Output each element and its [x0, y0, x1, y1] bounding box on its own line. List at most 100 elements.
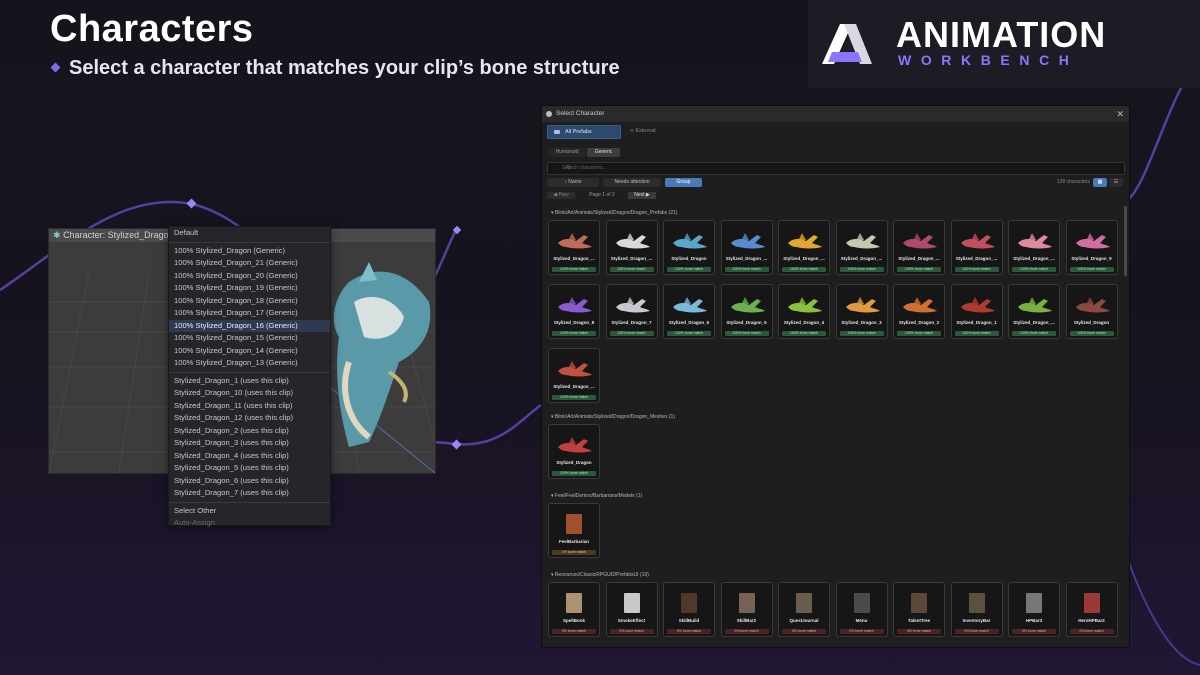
dropdown-divider — [169, 241, 330, 243]
character-card[interactable]: Stylized_Dragon 100% bone match — [548, 424, 600, 479]
character-card[interactable]: Stylized_Dragon_6 100% bone match — [663, 284, 715, 339]
dropdown-item[interactable]: 100% Stylized_Dragon_20 (Generic) — [169, 270, 330, 283]
bone-match-badge: 0% bone match — [954, 629, 999, 634]
dropdown-clip-item[interactable]: Stylized_Dragon_1 (uses this clip) — [169, 375, 330, 388]
character-name: Stylized_Dragon_... — [1013, 320, 1055, 325]
character-card[interactable]: Stylized_Dragon_9 100% bone match — [1065, 220, 1118, 275]
rig-humanoid-toggle[interactable]: Humanoid — [548, 148, 586, 157]
dropdown-clip-item[interactable]: Stylized_Dragon_7 (uses this clip) — [169, 487, 330, 500]
prefab-thumbnail — [623, 593, 640, 613]
bone-match-badge: 0% bone match — [839, 629, 884, 634]
dropdown-item[interactable]: 100% Stylized_Dragon_15 (Generic) — [169, 332, 330, 345]
character-card[interactable]: Stylized_Dragon_4 100% bone match — [778, 284, 830, 339]
grid-view-icon[interactable]: ▦ — [1093, 178, 1107, 187]
needs-attention-button[interactable]: Needs attention — [603, 178, 661, 187]
bone-match-badge: 100% bone match — [609, 331, 654, 336]
character-card[interactable]: Stylized_Dragon 100% bone match — [1065, 284, 1118, 339]
character-card[interactable]: Stylized_Dragon_1 100% bone match — [950, 284, 1003, 339]
character-card[interactable]: Stylized_Dragon_... 100% bone match — [778, 220, 830, 275]
character-card[interactable]: SkillBar2 0% bone match — [720, 582, 773, 637]
group-header[interactable]: ▾ Blink/Art/Animals/Stylized/Dragon/Drag… — [551, 414, 675, 420]
character-selector-label[interactable]: Character: Stylized_Dragon_ — [63, 230, 179, 240]
dropdown-item[interactable]: 100% Stylized_Dragon_14 (Generic) — [169, 345, 330, 358]
tab-external[interactable]: ∞ External — [625, 125, 685, 137]
dragon-thumbnail — [903, 233, 937, 249]
character-card[interactable]: Menu 0% bone match — [835, 582, 888, 637]
character-card[interactable]: HeroHPBar2 0% bone match — [1065, 582, 1118, 637]
character-dropdown-menu: Default 100% Stylized_Dragon (Generic) 1… — [168, 226, 331, 527]
dropdown-item[interactable]: 100% Stylized_Dragon_21 (Generic) — [169, 257, 330, 270]
next-page-button[interactable]: Next ▶ — [628, 192, 656, 199]
bone-match-badge: 100% bone match — [954, 267, 999, 272]
dropdown-item[interactable]: 100% Stylized_Dragon_18 (Generic) — [169, 295, 330, 308]
scrollbar[interactable] — [1124, 206, 1127, 276]
character-name: Stylized_Dragon — [671, 256, 707, 261]
character-card[interactable]: FeelBarbarian 1% bone match — [548, 503, 600, 558]
bone-match-badge: 100% bone match — [724, 267, 769, 272]
dropdown-select-other[interactable]: Select Other — [169, 505, 330, 518]
character-card[interactable]: HPBar3 0% bone match — [1008, 582, 1060, 637]
character-card[interactable]: SmokeEffect 0% bone match — [605, 582, 658, 637]
dropdown-clip-item[interactable]: Stylized_Dragon_2 (uses this clip) — [169, 425, 330, 438]
select-character-dialog: Select Character ✕ All Prefabs ∞ Externa… — [541, 105, 1130, 648]
character-icon: ✱ — [53, 230, 61, 240]
dropdown-clip-item[interactable]: Stylized_Dragon_4 (uses this clip) — [169, 450, 330, 463]
group-header[interactable]: ▾ Blink/Art/Animals/Stylized/Dragon/Drag… — [551, 210, 677, 216]
rig-generic-toggle[interactable]: Generic — [587, 148, 620, 157]
character-card[interactable]: InventoryBar 0% bone match — [950, 582, 1003, 637]
character-card[interactable]: Stylized_Dragon_... 100% bone match — [605, 220, 658, 275]
dropdown-clip-item[interactable]: Stylized_Dragon_3 (uses this clip) — [169, 437, 330, 450]
character-name: Stylized_Dragon_... — [725, 256, 768, 261]
dropdown-item-selected[interactable]: 100% Stylized_Dragon_16 (Generic) — [169, 319, 330, 332]
dropdown-clip-item[interactable]: Stylized_Dragon_11 (uses this clip) — [169, 400, 330, 413]
character-card[interactable]: SkillBuild 0% bone match — [663, 582, 715, 637]
bone-match-badge: 100% bone match — [839, 267, 884, 272]
character-card[interactable]: Stylized_Dragon_... 100% bone match — [548, 220, 600, 275]
bullet-diamond-icon — [50, 62, 61, 73]
character-card[interactable]: SpellBook 0% bone match — [548, 582, 600, 637]
character-name: HPBar3 — [1025, 618, 1043, 623]
character-card[interactable]: Stylized_Dragon_... 100% bone match — [720, 220, 773, 275]
dropdown-item[interactable]: 100% Stylized_Dragon_17 (Generic) — [169, 307, 330, 320]
character-name: Stylized_Dragon_1 — [956, 320, 997, 325]
dropdown-clip-item[interactable]: Stylized_Dragon_6 (uses this clip) — [169, 475, 330, 488]
character-name: FeelBarbarian — [558, 539, 589, 544]
dropdown-item-default[interactable]: Default — [169, 227, 330, 240]
group-header[interactable]: ▾ Feel/FeelDemos/Barbarians/Models (1) — [551, 493, 642, 499]
close-icon[interactable]: ✕ — [1116, 106, 1124, 122]
character-card[interactable]: Stylized_Dragon_... 100% bone match — [548, 348, 600, 403]
dropdown-item[interactable]: 100% Stylized_Dragon_13 (Generic) — [169, 357, 330, 370]
character-card[interactable]: Stylized_Dragon_... 100% bone match — [950, 220, 1003, 275]
dropdown-clip-item[interactable]: Stylized_Dragon_10 (uses this clip) — [169, 387, 330, 400]
sort-name-button[interactable]: ↕ Name — [547, 178, 599, 187]
character-name: Stylized_Dragon_... — [1013, 256, 1055, 261]
character-card[interactable]: Stylized_Dragon_... 100% bone match — [893, 220, 945, 275]
dragon-thumbnail — [615, 233, 650, 249]
character-name: SpellBook — [562, 618, 585, 623]
list-view-icon[interactable]: ☰ — [1109, 178, 1123, 187]
character-card[interactable]: Stylized_Dragon 100% bone match — [663, 220, 715, 275]
character-card[interactable]: TalentTree 0% bone match — [893, 582, 945, 637]
character-card[interactable]: Stylized_Dragon_... 100% bone match — [1008, 284, 1060, 339]
search-input[interactable]: ⚲ Search characters... — [547, 162, 1125, 175]
character-card[interactable]: Stylized_Dragon_8 100% bone match — [548, 284, 600, 339]
character-card[interactable]: Stylized_Dragon_2 100% bone match — [893, 284, 945, 339]
character-card[interactable]: Stylized_Dragon_... 100% bone match — [1008, 220, 1060, 275]
dropdown-clip-item[interactable]: Stylized_Dragon_5 (uses this clip) — [169, 462, 330, 475]
character-card[interactable]: Stylized_Dragon_3 100% bone match — [835, 284, 888, 339]
dropdown-clip-item[interactable]: Stylized_Dragon_12 (uses this clip) — [169, 412, 330, 425]
character-name: SkillBar2 — [736, 618, 757, 623]
character-card[interactable]: Stylized_Dragon_5 100% bone match — [720, 284, 773, 339]
character-card[interactable]: Stylized_Dragon_... 100% bone match — [835, 220, 888, 275]
group-header[interactable]: ▾ Resources/ClassicRPGUI2/PrefabsUI (19) — [551, 572, 649, 578]
dragon-thumbnail — [960, 297, 995, 313]
character-card[interactable]: QuestJournal 0% bone match — [778, 582, 830, 637]
group-toggle[interactable]: Group — [665, 178, 702, 187]
prefab-thumbnail — [738, 593, 755, 613]
prev-page-button[interactable]: ◀ Prev — [547, 192, 575, 199]
dropdown-item[interactable]: 100% Stylized_Dragon_19 (Generic) — [169, 282, 330, 295]
character-card[interactable]: Stylized_Dragon_7 100% bone match — [605, 284, 658, 339]
tab-all-prefabs[interactable]: All Prefabs — [547, 125, 621, 139]
dragon-thumbnail — [1018, 297, 1052, 313]
dropdown-item[interactable]: 100% Stylized_Dragon (Generic) — [169, 245, 330, 258]
